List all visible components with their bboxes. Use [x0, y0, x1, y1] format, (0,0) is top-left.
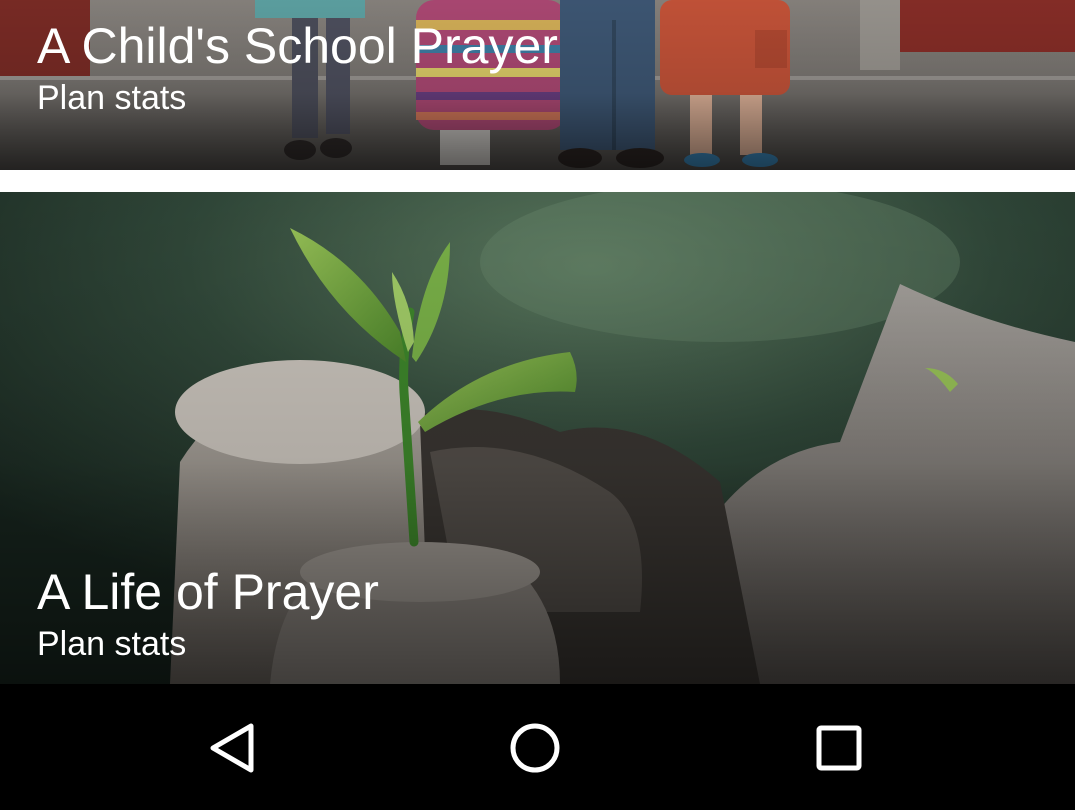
system-navigation-bar	[0, 684, 1075, 810]
plan-card-text: A Child's School Prayer Plan stats	[37, 18, 558, 118]
recents-button[interactable]	[803, 712, 875, 784]
recents-square-icon	[816, 725, 862, 771]
plan-title: A Child's School Prayer	[37, 18, 558, 74]
back-triangle-icon	[210, 723, 254, 773]
plan-title: A Life of Prayer	[37, 564, 379, 620]
plan-stats-label[interactable]: Plan stats	[37, 78, 558, 118]
home-circle-icon	[510, 723, 560, 773]
plan-card-childs-school-prayer[interactable]: A Child's School Prayer Plan stats	[0, 0, 1075, 170]
back-button[interactable]	[196, 712, 268, 784]
plan-card-life-of-prayer[interactable]: A Life of Prayer Plan stats	[0, 192, 1075, 684]
plan-stats-label[interactable]: Plan stats	[37, 624, 379, 664]
plan-card-text: A Life of Prayer Plan stats	[37, 564, 379, 664]
screen: A Child's School Prayer Plan stats A Lif…	[0, 0, 1075, 810]
home-button[interactable]	[499, 712, 571, 784]
